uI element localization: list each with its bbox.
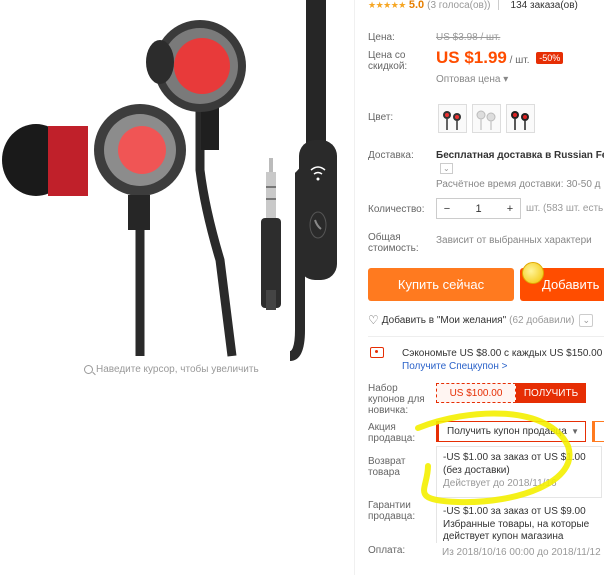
quantity-stepper[interactable]: − 1 + [436, 198, 521, 219]
quantity-input[interactable]: 1 [469, 203, 489, 215]
wishlist-count: (62 добавили) [509, 314, 575, 326]
delivery-estimate: Расчётное время доставки: 30-50 д [436, 179, 601, 190]
price-label: Цена: [368, 32, 395, 43]
bulk-price-toggle[interactable]: Оптовая цена ▾ [436, 74, 508, 85]
quantity-decrement-button[interactable]: − [437, 203, 457, 215]
delivery-dropdown-chevron[interactable]: ⌄ [440, 163, 453, 174]
total-value: Зависит от выбранных характери [436, 235, 592, 246]
zoom-hint: Наведите курсор, чтобы увеличить [84, 364, 259, 375]
sale-price-row: US $1.99 / шт. -50% [436, 48, 564, 68]
payment-label: Оплата: [368, 545, 406, 556]
store-coupon-line-2: Избранные товары, на которые [443, 518, 590, 530]
color-swatch-black-red[interactable] [438, 104, 467, 133]
total-label: Общая стоимость: [368, 232, 419, 254]
divider [497, 0, 499, 10]
special-coupon-link[interactable]: Получите Спецкупон > [402, 361, 508, 372]
old-price: US $3.98 / шт. [436, 32, 501, 43]
column-divider [354, 0, 355, 575]
sale-price: US $1.99 [436, 48, 507, 67]
rating-row: ★★★★★ 5.0 (3 голоса(ов)) 134 заказа(ов) [368, 0, 578, 11]
quantity-stock-note: шт. (583 шт. есть в [526, 203, 604, 214]
delivery-value: Бесплатная доставка в Russian Fed [436, 150, 604, 161]
newbie-coupon-amount: US $100.00 [436, 383, 516, 403]
zoom-hint-text: Наведите курсор, чтобы увеличить [96, 364, 259, 375]
per-unit: / шт. [509, 55, 530, 66]
color-swatch-white[interactable] [472, 104, 501, 133]
color-label: Цвет: [368, 112, 394, 123]
sale-price-label: Цена со скидкой: [368, 50, 408, 72]
chevron-down-icon[interactable]: ⌄ [579, 313, 594, 327]
discount-badge: -50% [536, 52, 564, 64]
payment-value: Из 2018/10/16 00:00 до 2018/11/12 [442, 547, 601, 558]
buy-now-button[interactable]: Купить сейчас [368, 268, 514, 301]
get-newbie-coupon-button[interactable]: ПОЛУЧИТЬ [516, 383, 586, 403]
divider [368, 336, 604, 337]
color-swatch-black-red-2[interactable] [506, 104, 535, 133]
wishlist-row[interactable]: ♡ Добавить в "Мои желания" (62 добавили)… [368, 313, 594, 327]
orders-count: 134 заказа(ов) [510, 0, 578, 11]
coin-icon [522, 262, 544, 284]
product-image[interactable] [0, 0, 352, 362]
coupon-icon [370, 347, 384, 358]
star-rating-icon: ★★★★★ [368, 0, 406, 10]
add-to-cart-label: Добавить [542, 277, 600, 292]
magnifier-icon [84, 365, 93, 374]
quantity-increment-button[interactable]: + [500, 203, 520, 215]
delivery-label: Доставка: [368, 150, 414, 161]
quantity-label: Количество: [368, 204, 425, 215]
store-coupon-line-3: действует купон магазина [443, 531, 564, 542]
promo-save-text: Сэкономьте US $8.00 с каждых US $150.00 [402, 348, 603, 359]
wishlist-label[interactable]: Добавить в "Мои желания" [382, 315, 506, 326]
rating-votes[interactable]: (3 голоса(ов)) [427, 0, 490, 11]
heart-icon: ♡ [368, 313, 379, 327]
highlight-annotation [415, 410, 573, 506]
rating-value: 5.0 [408, 0, 425, 11]
earphones-illustration [2, 0, 337, 361]
